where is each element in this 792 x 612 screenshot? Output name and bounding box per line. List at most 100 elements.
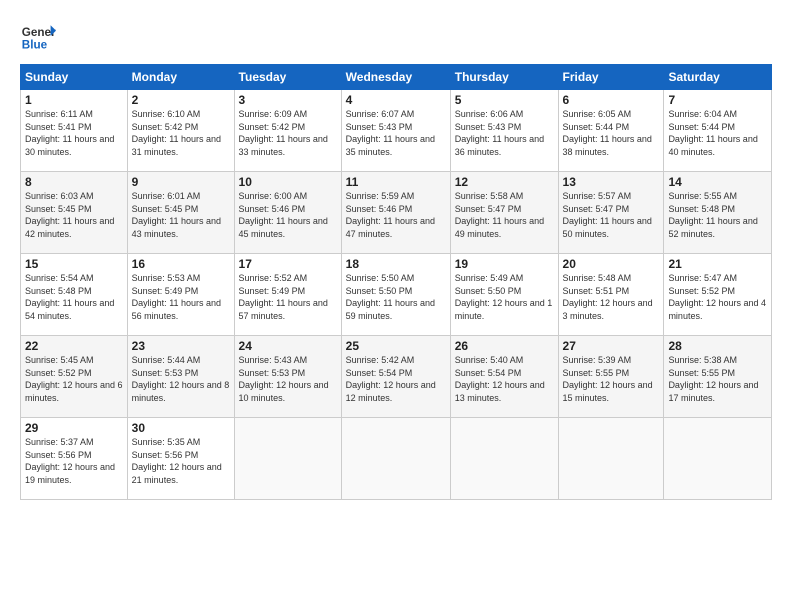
day-number: 29 (25, 421, 123, 435)
day-info: Sunrise: 6:00 AMSunset: 5:46 PMDaylight:… (239, 191, 328, 239)
calendar-cell (341, 418, 450, 500)
calendar-cell (664, 418, 772, 500)
calendar-cell: 23Sunrise: 5:44 AMSunset: 5:53 PMDayligh… (127, 336, 234, 418)
calendar-cell: 13Sunrise: 5:57 AMSunset: 5:47 PMDayligh… (558, 172, 664, 254)
day-info: Sunrise: 6:04 AMSunset: 5:44 PMDaylight:… (668, 109, 757, 157)
day-number: 2 (132, 93, 230, 107)
day-number: 26 (455, 339, 554, 353)
day-number: 6 (563, 93, 660, 107)
day-info: Sunrise: 5:47 AMSunset: 5:52 PMDaylight:… (668, 273, 766, 321)
day-number: 15 (25, 257, 123, 271)
calendar-cell: 10 Sunrise: 6:00 AMSunset: 5:46 PMDayligh… (234, 172, 341, 254)
day-info: Sunrise: 5:52 AMSunset: 5:49 PMDaylight:… (239, 273, 328, 321)
calendar-cell: 4 Sunrise: 6:07 AMSunset: 5:43 PMDaylight… (341, 90, 450, 172)
day-number: 1 (25, 93, 123, 107)
calendar-cell: 5 Sunrise: 6:06 AMSunset: 5:43 PMDaylight… (450, 90, 558, 172)
calendar-cell: 20 Sunrise: 5:48 AMSunset: 5:51 PMDayligh… (558, 254, 664, 336)
week-row-2: 8 Sunrise: 6:03 AMSunset: 5:45 PMDaylight… (21, 172, 772, 254)
calendar-table: SundayMondayTuesdayWednesdayThursdayFrid… (20, 64, 772, 500)
day-number: 17 (239, 257, 337, 271)
day-number: 30 (132, 421, 230, 435)
weekday-header-monday: Monday (127, 65, 234, 90)
day-number: 8 (25, 175, 123, 189)
day-number: 23 (132, 339, 230, 353)
calendar-cell: 3 Sunrise: 6:09 AMSunset: 5:42 PMDaylight… (234, 90, 341, 172)
calendar-cell: 14 Sunrise: 5:55 AMSunset: 5:48 PMDayligh… (664, 172, 772, 254)
day-info: Sunrise: 6:07 AMSunset: 5:43 PMDaylight:… (346, 109, 435, 157)
day-info: Sunrise: 5:57 AMSunset: 5:47 PMDaylight:… (563, 191, 652, 239)
calendar-cell: 2Sunrise: 6:10 AMSunset: 5:42 PMDaylight… (127, 90, 234, 172)
calendar-cell: 22 Sunrise: 5:45 AMSunset: 5:52 PMDayligh… (21, 336, 128, 418)
logo-icon: General Blue (20, 18, 56, 54)
calendar-cell: 1Sunrise: 6:11 AMSunset: 5:41 PMDaylight… (21, 90, 128, 172)
weekday-header-friday: Friday (558, 65, 664, 90)
header: General Blue (20, 18, 772, 54)
day-info: Sunrise: 5:40 AMSunset: 5:54 PMDaylight:… (455, 355, 545, 403)
calendar-page: General Blue SundayMondayTuesdayWednesda… (0, 0, 792, 512)
day-number: 22 (25, 339, 123, 353)
day-number: 7 (668, 93, 767, 107)
day-info: Sunrise: 5:38 AMSunset: 5:55 PMDaylight:… (668, 355, 758, 403)
weekday-header-row: SundayMondayTuesdayWednesdayThursdayFrid… (21, 65, 772, 90)
day-number: 10 (239, 175, 337, 189)
day-info: Sunrise: 6:09 AMSunset: 5:42 PMDaylight:… (239, 109, 328, 157)
weekday-header-saturday: Saturday (664, 65, 772, 90)
calendar-cell: 25 Sunrise: 5:42 AMSunset: 5:54 PMDayligh… (341, 336, 450, 418)
day-number: 28 (668, 339, 767, 353)
calendar-cell: 6 Sunrise: 6:05 AMSunset: 5:44 PMDaylight… (558, 90, 664, 172)
calendar-cell: 17 Sunrise: 5:52 AMSunset: 5:49 PMDayligh… (234, 254, 341, 336)
day-info: Sunrise: 5:58 AMSunset: 5:47 PMDaylight:… (455, 191, 544, 239)
day-number: 11 (346, 175, 446, 189)
day-number: 20 (563, 257, 660, 271)
day-info: Sunrise: 6:03 AMSunset: 5:45 PMDaylight:… (25, 191, 114, 239)
calendar-cell: 9 Sunrise: 6:01 AMSunset: 5:45 PMDaylight… (127, 172, 234, 254)
calendar-cell: 15 Sunrise: 5:54 AMSunset: 5:48 PMDayligh… (21, 254, 128, 336)
calendar-cell (234, 418, 341, 500)
calendar-cell: 30 Sunrise: 5:35 AMSunset: 5:56 PMDayligh… (127, 418, 234, 500)
day-info: Sunrise: 5:49 AMSunset: 5:50 PMDaylight:… (455, 273, 553, 321)
day-number: 14 (668, 175, 767, 189)
calendar-cell: 21Sunrise: 5:47 AMSunset: 5:52 PMDayligh… (664, 254, 772, 336)
day-info: Sunrise: 6:06 AMSunset: 5:43 PMDaylight:… (455, 109, 544, 157)
calendar-cell: 29 Sunrise: 5:37 AMSunset: 5:56 PMDayligh… (21, 418, 128, 500)
weekday-header-sunday: Sunday (21, 65, 128, 90)
calendar-cell (558, 418, 664, 500)
week-row-1: 1Sunrise: 6:11 AMSunset: 5:41 PMDaylight… (21, 90, 772, 172)
day-number: 19 (455, 257, 554, 271)
calendar-cell: 12 Sunrise: 5:58 AMSunset: 5:47 PMDayligh… (450, 172, 558, 254)
week-row-4: 22 Sunrise: 5:45 AMSunset: 5:52 PMDayligh… (21, 336, 772, 418)
logo: General Blue (20, 18, 56, 54)
day-info: Sunrise: 6:01 AMSunset: 5:45 PMDaylight:… (132, 191, 221, 239)
week-row-3: 15 Sunrise: 5:54 AMSunset: 5:48 PMDayligh… (21, 254, 772, 336)
day-info: Sunrise: 6:05 AMSunset: 5:44 PMDaylight:… (563, 109, 652, 157)
day-number: 24 (239, 339, 337, 353)
day-number: 12 (455, 175, 554, 189)
day-info: Sunrise: 5:42 AMSunset: 5:54 PMDaylight:… (346, 355, 436, 403)
day-number: 16 (132, 257, 230, 271)
day-number: 9 (132, 175, 230, 189)
calendar-cell: 16 Sunrise: 5:53 AMSunset: 5:49 PMDayligh… (127, 254, 234, 336)
day-info: Sunrise: 5:35 AMSunset: 5:56 PMDaylight:… (132, 437, 222, 485)
weekday-header-wednesday: Wednesday (341, 65, 450, 90)
weekday-header-thursday: Thursday (450, 65, 558, 90)
day-number: 3 (239, 93, 337, 107)
calendar-cell: 7 Sunrise: 6:04 AMSunset: 5:44 PMDaylight… (664, 90, 772, 172)
day-info: Sunrise: 5:53 AMSunset: 5:49 PMDaylight:… (132, 273, 221, 321)
day-info: Sunrise: 5:39 AMSunset: 5:55 PMDaylight:… (563, 355, 653, 403)
day-number: 5 (455, 93, 554, 107)
svg-text:Blue: Blue (22, 39, 48, 52)
calendar-cell: 11 Sunrise: 5:59 AMSunset: 5:46 PMDayligh… (341, 172, 450, 254)
day-info: Sunrise: 5:48 AMSunset: 5:51 PMDaylight:… (563, 273, 653, 321)
calendar-cell: 8 Sunrise: 6:03 AMSunset: 5:45 PMDaylight… (21, 172, 128, 254)
day-number: 18 (346, 257, 446, 271)
day-info: Sunrise: 5:54 AMSunset: 5:48 PMDaylight:… (25, 273, 114, 321)
day-info: Sunrise: 5:55 AMSunset: 5:48 PMDaylight:… (668, 191, 757, 239)
day-info: Sunrise: 5:37 AMSunset: 5:56 PMDaylight:… (25, 437, 115, 485)
weekday-header-tuesday: Tuesday (234, 65, 341, 90)
day-info: Sunrise: 5:59 AMSunset: 5:46 PMDaylight:… (346, 191, 435, 239)
day-number: 4 (346, 93, 446, 107)
day-number: 27 (563, 339, 660, 353)
day-info: Sunrise: 5:45 AMSunset: 5:52 PMDaylight:… (25, 355, 123, 403)
day-number: 25 (346, 339, 446, 353)
calendar-cell: 28 Sunrise: 5:38 AMSunset: 5:55 PMDayligh… (664, 336, 772, 418)
